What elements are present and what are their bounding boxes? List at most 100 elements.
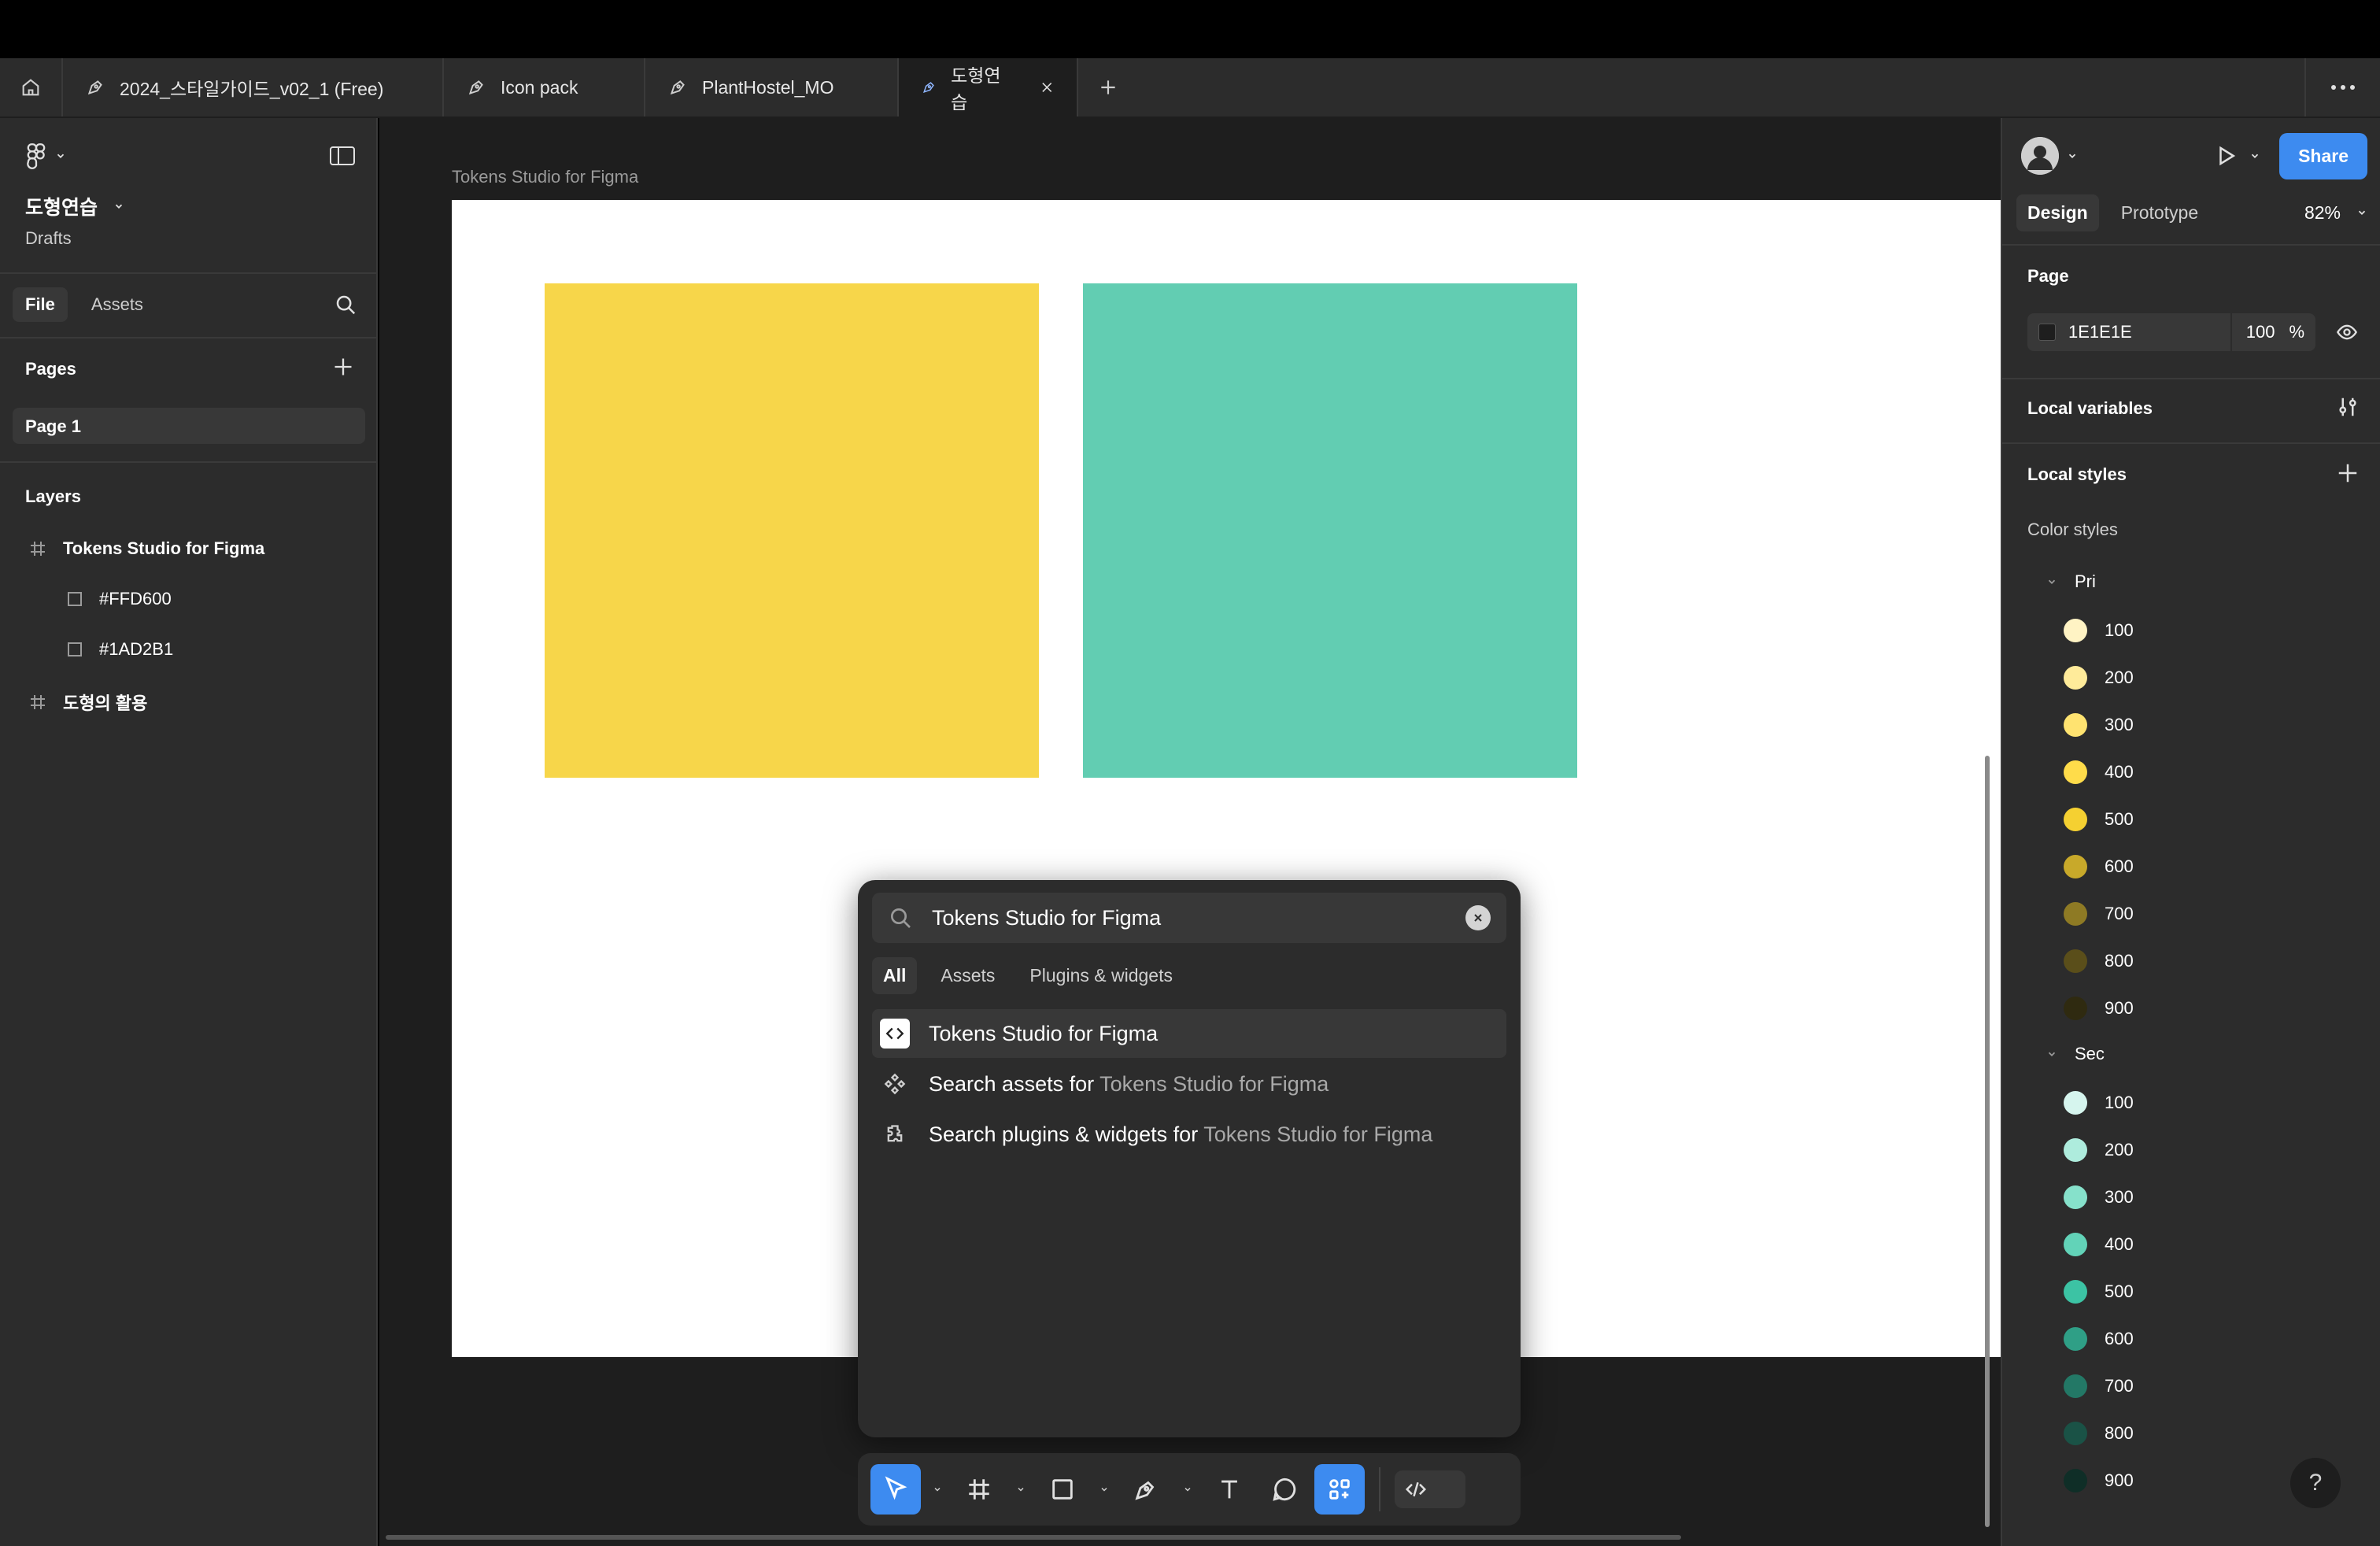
frame-tool-menu[interactable] xyxy=(1009,1485,1033,1494)
eye-icon[interactable] xyxy=(2334,321,2360,343)
result-search-plugins[interactable]: Search plugins & widgets for Tokens Stud… xyxy=(872,1110,1506,1159)
component-icon xyxy=(880,1069,910,1099)
move-tool[interactable] xyxy=(870,1464,921,1515)
chevron-down-icon xyxy=(57,153,65,158)
color-swatch xyxy=(2064,1091,2087,1115)
page-background-field[interactable]: 1E1E1E 100 % xyxy=(2027,313,2315,351)
result-plugin[interactable]: Tokens Studio for Figma xyxy=(872,1009,1506,1058)
tab-file[interactable]: File xyxy=(13,287,68,322)
rectangle-tool[interactable] xyxy=(1037,1464,1088,1515)
home-icon xyxy=(22,79,39,96)
help-button[interactable]: ? xyxy=(2290,1458,2341,1508)
new-tab-button[interactable] xyxy=(1078,58,1138,117)
comment-tool[interactable] xyxy=(1259,1464,1310,1515)
comment-icon xyxy=(1273,1478,1296,1501)
color-style-item[interactable]: 500 xyxy=(2064,1280,2134,1304)
color-swatch xyxy=(2064,1233,2087,1256)
color-style-item[interactable]: 400 xyxy=(2064,1233,2134,1256)
pages-heading: Pages xyxy=(25,359,76,379)
shape-ffd600[interactable] xyxy=(545,283,1039,778)
tab-file-active[interactable]: 도형연습 xyxy=(899,58,1078,117)
pen-tool[interactable] xyxy=(1121,1464,1171,1515)
filter-assets[interactable]: Assets xyxy=(929,957,1006,994)
tab-assets[interactable]: Assets xyxy=(79,287,156,322)
style-group-sec[interactable]: Sec xyxy=(2046,1044,2105,1064)
layer-rect-1ad2b1[interactable]: #1AD2B1 xyxy=(66,639,173,660)
search-icon[interactable] xyxy=(334,293,357,316)
color-style-item[interactable]: 200 xyxy=(2064,666,2134,690)
clear-search-button[interactable] xyxy=(1465,905,1491,930)
pen-tool-menu[interactable] xyxy=(1176,1485,1199,1494)
color-style-item[interactable]: 700 xyxy=(2064,902,2134,926)
color-style-item[interactable]: 800 xyxy=(2064,1422,2134,1445)
frame-icon xyxy=(969,1479,989,1500)
color-style-item[interactable]: 500 xyxy=(2064,808,2134,831)
vertical-scrollbar[interactable] xyxy=(1985,756,1990,1527)
file-name-button[interactable]: 도형연습 xyxy=(25,192,124,220)
color-style-item[interactable]: 400 xyxy=(2064,760,2134,784)
page-color-hex[interactable]: 1E1E1E xyxy=(2068,322,2132,342)
tab-label: 도형연습 xyxy=(951,65,1001,113)
color-style-item[interactable]: 200 xyxy=(2064,1138,2134,1162)
frame-name-label[interactable]: Tokens Studio for Figma xyxy=(452,167,638,187)
tab-design[interactable]: Design xyxy=(2016,194,2099,231)
add-page-icon[interactable] xyxy=(332,356,354,378)
color-style-item[interactable]: 100 xyxy=(2064,1091,2134,1115)
color-style-item[interactable]: 300 xyxy=(2064,1185,2134,1209)
figma-file-icon xyxy=(468,80,483,95)
color-style-item[interactable]: 800 xyxy=(2064,949,2134,973)
tab-prototype[interactable]: Prototype xyxy=(2110,194,2209,231)
tab-file-0[interactable]: 2024_스타일가이드_v02_1 (Free) xyxy=(63,58,444,117)
shape-tool-menu[interactable] xyxy=(1092,1485,1116,1494)
layer-frame-shape-usage[interactable]: 도형의 활용 xyxy=(28,690,147,715)
shape-1ad2b1[interactable] xyxy=(1083,283,1577,778)
color-style-item[interactable]: 600 xyxy=(2064,855,2134,878)
more-options-button[interactable] xyxy=(2304,58,2380,117)
variables-settings-icon[interactable] xyxy=(2336,395,2360,419)
share-button[interactable]: Share xyxy=(2279,132,2367,179)
present-button[interactable] xyxy=(2215,144,2260,168)
rectangle-icon xyxy=(1052,1479,1073,1500)
dev-mode-toggle[interactable] xyxy=(1395,1470,1465,1508)
page-opacity[interactable]: 100 xyxy=(2246,322,2275,342)
horizontal-scrollbar[interactable] xyxy=(386,1535,1681,1540)
result-search-assets[interactable]: Search assets for Tokens Studio for Figm… xyxy=(872,1060,1506,1108)
color-style-item[interactable]: 700 xyxy=(2064,1374,2134,1398)
actions-tool[interactable] xyxy=(1314,1464,1365,1515)
color-style-item[interactable]: 300 xyxy=(2064,713,2134,737)
quick-actions-input[interactable] xyxy=(932,905,1447,930)
layer-frame-tokens-studio[interactable]: Tokens Studio for Figma xyxy=(28,538,264,559)
layer-rect-ffd600[interactable]: #FFD600 xyxy=(66,589,172,609)
group-label: Sec xyxy=(2075,1044,2105,1063)
chevron-down-icon xyxy=(1101,1487,1107,1492)
color-style-item[interactable]: 900 xyxy=(2064,997,2134,1020)
text-tool[interactable] xyxy=(1204,1464,1255,1515)
page-item[interactable]: Page 1 xyxy=(13,408,365,444)
right-sidebar: Share Design Prototype 82% Page 1E1E1E 1… xyxy=(2001,118,2380,1546)
add-style-icon[interactable] xyxy=(2336,461,2360,485)
sidebar-toggle-icon[interactable] xyxy=(329,146,356,166)
close-icon[interactable] xyxy=(1040,78,1055,97)
frame-tool[interactable] xyxy=(954,1464,1004,1515)
home-button[interactable] xyxy=(0,58,63,117)
user-menu[interactable] xyxy=(2021,137,2078,175)
local-variables-button[interactable]: Local variables xyxy=(2027,398,2153,419)
color-style-label: 300 xyxy=(2105,715,2134,734)
tab-file-1[interactable]: Icon pack xyxy=(444,58,645,117)
tab-file-2[interactable]: PlantHostel_MO xyxy=(645,58,899,117)
frame-icon xyxy=(31,542,45,556)
divider xyxy=(0,337,378,338)
filter-all[interactable]: All xyxy=(872,957,918,994)
move-tool-menu[interactable] xyxy=(926,1485,949,1494)
color-styles-heading: Color styles xyxy=(2027,520,2118,539)
page-color-swatch[interactable] xyxy=(2038,324,2056,341)
plugin-code-icon xyxy=(880,1019,910,1049)
color-style-item[interactable]: 100 xyxy=(2064,619,2134,642)
color-style-label: 700 xyxy=(2105,904,2134,923)
color-style-item[interactable]: 600 xyxy=(2064,1327,2134,1351)
main-menu-button[interactable] xyxy=(25,142,66,169)
color-style-item[interactable]: 900 xyxy=(2064,1469,2134,1492)
filter-plugins-widgets[interactable]: Plugins & widgets xyxy=(1018,957,1184,994)
zoom-menu[interactable]: 82% xyxy=(2304,202,2367,224)
style-group-pri[interactable]: Pri xyxy=(2046,571,2096,592)
